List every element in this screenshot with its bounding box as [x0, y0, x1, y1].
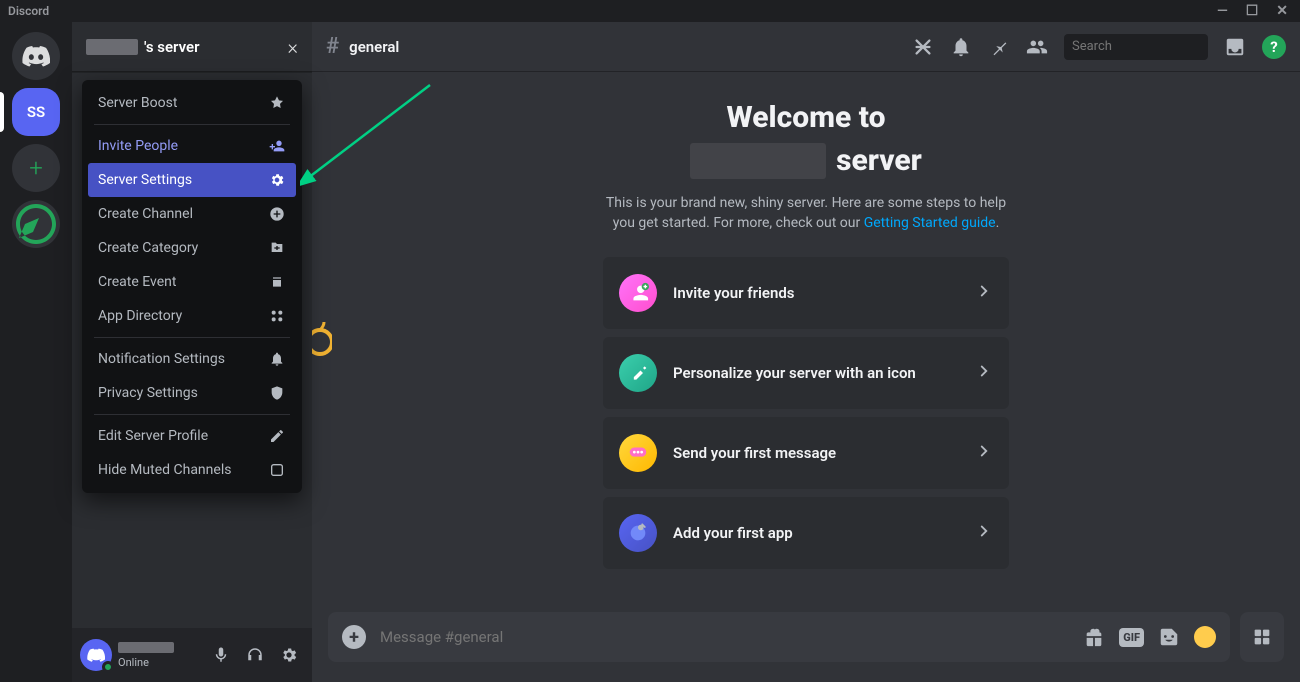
server-name-redacted-large — [690, 143, 826, 179]
server-name-suffix: 's server — [144, 38, 199, 56]
main-content: # general ? Welcome to — [312, 22, 1300, 682]
help-button[interactable]: ? — [1262, 35, 1286, 59]
grid-icon — [268, 307, 286, 325]
server-name-redacted — [86, 39, 138, 55]
server-header[interactable]: 's server × — [72, 22, 312, 72]
user-status: Online — [118, 656, 200, 669]
channel-name: general — [349, 38, 399, 56]
gift-icon[interactable] — [1083, 626, 1105, 648]
close-button[interactable]: ✕ — [1276, 3, 1288, 19]
bell-icon — [268, 350, 286, 368]
titlebar: Discord — ☐ ✕ — [0, 0, 1300, 22]
deafen-button[interactable] — [240, 640, 270, 670]
mute-button[interactable] — [206, 640, 236, 670]
add-server-button[interactable]: + — [12, 144, 60, 192]
menu-hide-muted[interactable]: Hide Muted Channels — [88, 453, 296, 487]
maximize-button[interactable]: ☐ — [1246, 3, 1259, 19]
menu-notification-settings[interactable]: Notification Settings — [88, 342, 296, 376]
chevron-right-icon — [975, 362, 993, 384]
pinned-icon[interactable] — [988, 36, 1010, 58]
menu-create-channel[interactable]: Create Channel — [88, 197, 296, 231]
server-abbr: SS — [27, 103, 45, 121]
activity-button[interactable] — [1240, 612, 1284, 662]
server-dropdown: Server Boost Invite People Server Settin… — [82, 80, 302, 493]
menu-create-event[interactable]: Create Event — [88, 265, 296, 299]
sticker-icon[interactable] — [1158, 626, 1180, 648]
channel-sidebar: 's server × Server Boost Invite People S… — [72, 22, 312, 682]
threads-icon[interactable] — [912, 36, 934, 58]
status-indicator — [102, 661, 114, 673]
gear-icon — [268, 171, 286, 189]
calendar-icon — [268, 273, 286, 291]
menu-create-category[interactable]: Create Category — [88, 231, 296, 265]
close-icon[interactable]: × — [288, 35, 298, 59]
inbox-icon[interactable] — [1224, 36, 1246, 58]
server-rail: SS + — [0, 22, 72, 682]
home-button[interactable] — [12, 32, 60, 80]
notifications-icon[interactable] — [950, 36, 972, 58]
menu-edit-server-profile[interactable]: Edit Server Profile — [88, 419, 296, 453]
attach-button[interactable]: + — [342, 625, 366, 649]
card-message-icon — [619, 434, 657, 472]
welcome-subtitle: This is your brand new, shiny server. He… — [596, 194, 1016, 233]
user-settings-button[interactable] — [274, 640, 304, 670]
card-invite-friends[interactable]: Invite your friends — [603, 257, 1009, 329]
card-first-app[interactable]: Add your first app — [603, 497, 1009, 569]
getting-started-link[interactable]: Getting Started guide — [864, 215, 996, 231]
menu-invite-people[interactable]: Invite People — [88, 129, 296, 163]
channel-header: # general ? — [312, 22, 1300, 72]
hash-icon: # — [326, 34, 339, 59]
menu-server-settings[interactable]: Server Settings — [88, 163, 296, 197]
chevron-right-icon — [975, 442, 993, 464]
menu-server-boost[interactable]: Server Boost — [88, 86, 296, 120]
avatar[interactable] — [80, 639, 112, 671]
minimize-button[interactable]: — — [1217, 3, 1228, 19]
card-first-message[interactable]: Send your first message — [603, 417, 1009, 489]
members-icon[interactable] — [1026, 36, 1048, 58]
decorative-emoji — [312, 322, 332, 362]
menu-privacy-settings[interactable]: Privacy Settings — [88, 376, 296, 410]
invite-icon — [268, 137, 286, 155]
card-app-icon — [619, 514, 657, 552]
chevron-right-icon — [975, 522, 993, 544]
card-personalize[interactable]: Personalize your server with an icon — [603, 337, 1009, 409]
server-selected[interactable]: SS — [12, 88, 60, 136]
discover-button[interactable] — [12, 200, 60, 248]
boost-icon — [268, 94, 286, 112]
welcome-heading: Welcome to server — [690, 98, 922, 180]
pencil-icon — [268, 427, 286, 445]
search-box[interactable] — [1064, 34, 1208, 60]
username-redacted — [118, 642, 174, 653]
message-composer: + GIF — [312, 612, 1300, 682]
gif-icon[interactable]: GIF — [1119, 628, 1144, 647]
folder-plus-icon — [268, 239, 286, 257]
plus-circle-icon — [268, 205, 286, 223]
checkbox-icon — [268, 461, 286, 479]
shield-icon — [268, 384, 286, 402]
card-invite-icon — [619, 274, 657, 312]
app-name: Discord — [8, 4, 49, 18]
card-personalize-icon — [619, 354, 657, 392]
user-panel: Online — [72, 628, 312, 682]
emoji-icon[interactable] — [1194, 626, 1216, 648]
message-input[interactable] — [380, 628, 1069, 646]
menu-app-directory[interactable]: App Directory — [88, 299, 296, 333]
welcome-screen: Welcome to server This is your brand new… — [312, 72, 1300, 612]
chevron-right-icon — [975, 282, 993, 304]
search-input[interactable] — [1072, 39, 1238, 54]
